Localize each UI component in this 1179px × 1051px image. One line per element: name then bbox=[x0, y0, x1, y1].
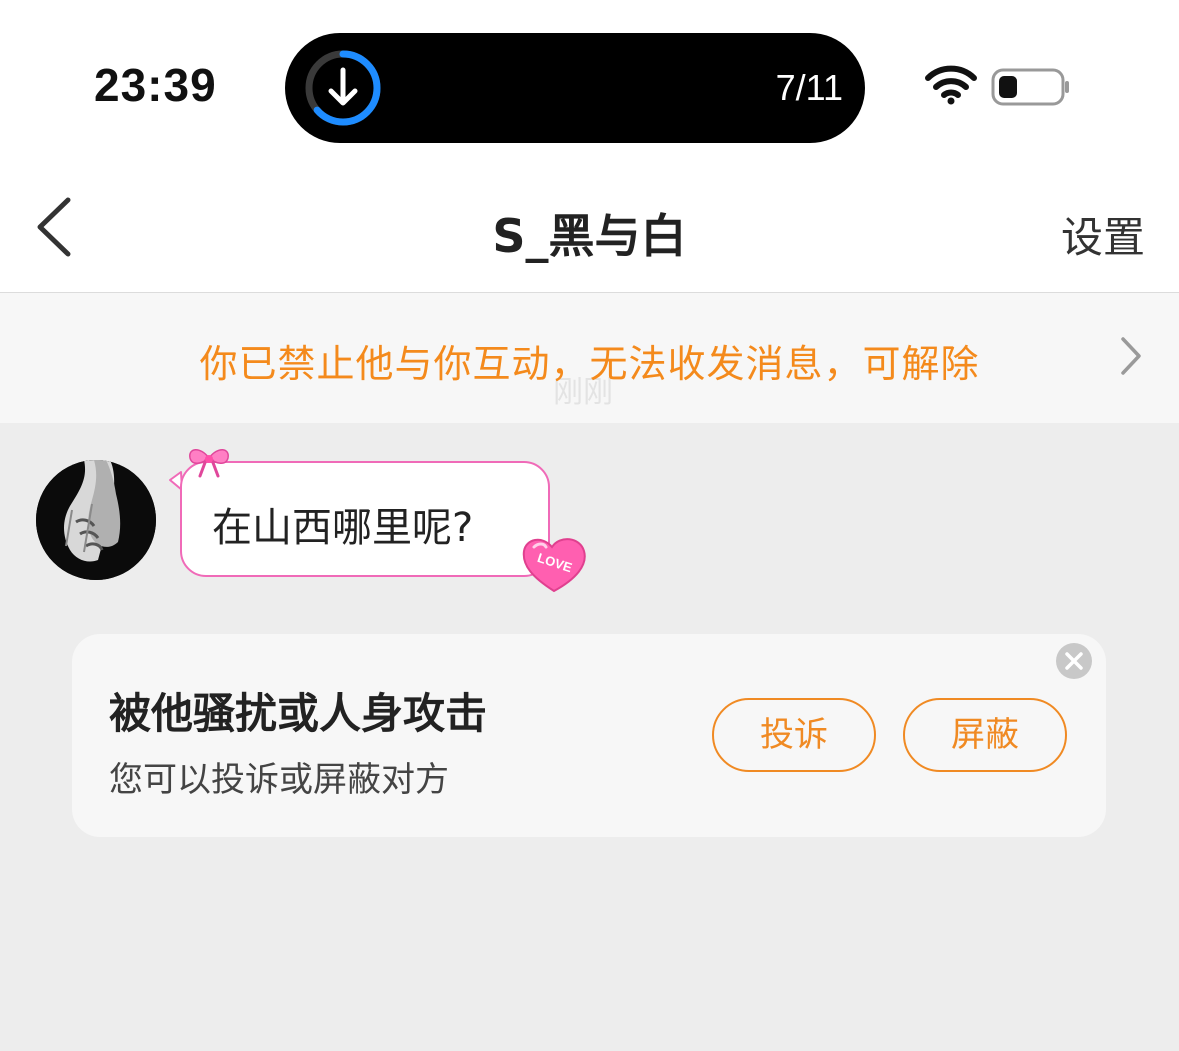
battery-icon bbox=[991, 68, 1069, 106]
block-button[interactable]: 屏蔽 bbox=[903, 698, 1067, 772]
download-count: 7/11 bbox=[775, 67, 843, 108]
download-progress-icon bbox=[305, 50, 381, 126]
message-bubble[interactable]: 在山西哪里呢? bbox=[180, 461, 550, 577]
message-text: 在山西哪里呢? bbox=[212, 505, 474, 551]
status-bar: 23:39 7/11 bbox=[0, 0, 1179, 160]
card-subtitle: 您可以投诉或屏蔽对方 bbox=[109, 760, 449, 800]
wifi-icon bbox=[925, 65, 977, 105]
report-block-card: 被他骚扰或人身攻击 您可以投诉或屏蔽对方 投诉 屏蔽 bbox=[72, 634, 1106, 837]
card-title: 被他骚扰或人身攻击 bbox=[109, 689, 488, 738]
bow-icon bbox=[189, 449, 229, 478]
close-card-button[interactable] bbox=[1056, 643, 1092, 679]
dynamic-island[interactable]: 7/11 bbox=[285, 33, 865, 143]
blocked-banner[interactable]: 刚刚 你已禁止他与你互动，无法收发消息，可解除 bbox=[0, 293, 1179, 423]
sender-avatar[interactable] bbox=[36, 460, 156, 580]
status-time: 23:39 bbox=[94, 59, 217, 111]
chevron-right-icon bbox=[1121, 337, 1141, 375]
love-heart-icon: LOVE bbox=[522, 538, 586, 593]
settings-button[interactable]: 设置 bbox=[1061, 204, 1145, 265]
chat-title: S_黑与白 bbox=[492, 209, 687, 263]
close-icon bbox=[1065, 652, 1083, 670]
nav-bar: S_黑与白 设置 bbox=[0, 160, 1179, 293]
report-button[interactable]: 投诉 bbox=[712, 698, 876, 772]
blocked-banner-text: 你已禁止他与你互动，无法收发消息，可解除 bbox=[199, 342, 980, 386]
hands-photo-icon bbox=[36, 460, 156, 580]
